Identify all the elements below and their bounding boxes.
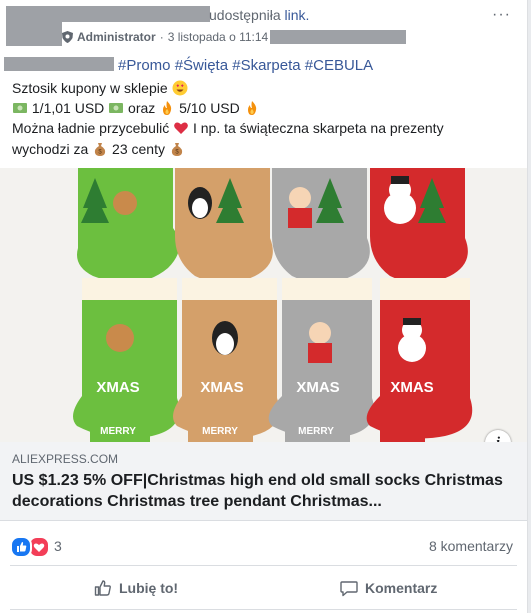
reactions-bar: 3 8 komentarzy [0, 530, 527, 560]
christmas-stockings-image: XMAS XMAS XMAS XMAS MERRY MERRY MERRY [0, 168, 527, 442]
money-bag-emoji-icon: $ [94, 143, 106, 156]
post-line-4: wychodzi za $ 23 centy $ [12, 139, 185, 159]
coupon-1: 1/1,01 USD [31, 100, 105, 116]
link-domain: ALIEXPRESS.COM [12, 452, 119, 466]
money-emoji-icon [109, 103, 124, 113]
xmas-label: XMAS [390, 379, 433, 396]
post-line-1: Sztosik kupony w sklepie [12, 78, 188, 98]
heart-eyes-emoji-icon [172, 80, 188, 96]
merry-label: MERRY [298, 426, 334, 437]
post-line-3: Można ładnie przycebulić I np. ta świąte… [12, 118, 444, 138]
redacted-author-name [62, 6, 210, 22]
post-meta: Administrator · 3 listopada o 11:14 [62, 30, 268, 44]
role-label[interactable]: Administrator [77, 30, 156, 44]
xmas-label: XMAS [200, 379, 243, 396]
link-preview[interactable]: ALIEXPRESS.COM US $1.23 5% OFF|Christmas… [0, 442, 527, 521]
separator: · [159, 30, 164, 44]
xmas-label: XMAS [296, 379, 339, 396]
link-title[interactable]: US $1.23 5% OFF|Christmas high end old s… [12, 470, 512, 512]
post-line-2: 1/1,01 USD oraz 5/10 USD [12, 98, 260, 118]
post-text: Można ładnie przycebulić [12, 120, 170, 136]
timestamp[interactable]: 3 listopada o 11:14 [168, 30, 269, 44]
stocking-middle-row [73, 278, 473, 439]
conjunction: oraz [128, 100, 156, 116]
hashtags[interactable]: #Promo #Święta #Skarpeta #CEBULA [118, 57, 373, 74]
merry-label: MERRY [100, 426, 136, 437]
shared-text: udostępniła [209, 7, 281, 23]
money-bag-emoji-icon: $ [171, 143, 183, 156]
redacted-text [4, 57, 114, 71]
more-options-button[interactable]: ··· [492, 6, 511, 24]
shield-icon [62, 31, 73, 43]
comment-label: Komentarz [365, 580, 438, 596]
post-text: I np. ta świąteczna skarpeta na prezenty [192, 120, 444, 136]
thumbs-up-icon [94, 580, 111, 596]
like-label: Lubię to! [119, 580, 179, 596]
share-line: udostępniła link. [209, 7, 309, 23]
comment-count[interactable]: 8 komentarzy [429, 538, 513, 554]
divider [10, 609, 517, 610]
comment-icon [340, 581, 358, 597]
coupon-2: 5/10 USD [179, 100, 240, 116]
post-text: Sztosik kupony w sklepie [12, 80, 168, 96]
money-emoji-icon [13, 103, 27, 113]
product-image[interactable]: XMAS XMAS XMAS XMAS MERRY MERRY MERRY [0, 168, 527, 442]
comment-button[interactable]: Komentarz [340, 574, 437, 602]
heart-emoji-icon [174, 122, 188, 134]
price-text: 23 centy [112, 141, 165, 157]
like-reaction-icon[interactable] [10, 536, 32, 558]
redacted-avatar [6, 6, 62, 46]
post-card: udostępniła link. Administrator · 3 list… [0, 0, 528, 613]
post-text: wychodzi za [12, 141, 89, 157]
shared-link[interactable]: link. [285, 7, 310, 23]
redacted-text [270, 30, 406, 44]
divider [10, 565, 517, 566]
fire-emoji-icon [247, 101, 256, 115]
merry-label: MERRY [202, 426, 238, 437]
fire-emoji-icon [163, 101, 172, 115]
like-button[interactable]: Lubię to! [94, 574, 178, 602]
xmas-label: XMAS [96, 379, 139, 396]
reaction-count[interactable]: 3 [54, 538, 62, 554]
